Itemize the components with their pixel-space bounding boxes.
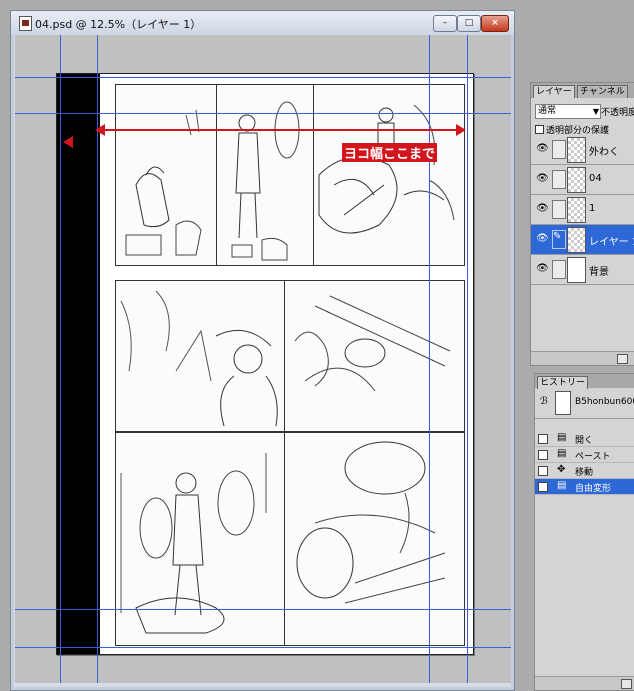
layer-name: 外わく [589,147,619,158]
history-item-selected[interactable]: ▤ 自由変形 [535,479,634,495]
close-button[interactable]: × [481,15,509,32]
new-layer-icon[interactable] [617,354,628,364]
guide-horizontal[interactable] [15,647,511,648]
layer-name: レイヤー 1 [589,237,634,248]
history-panel-tabs: ヒストリー [535,374,634,389]
eye-icon[interactable]: 👁 [536,143,549,154]
sketch-drawing [294,295,451,392]
sketch-panel [115,432,285,646]
layer-row[interactable]: 👁 04 [531,165,634,195]
sketch-panel [216,84,314,266]
tab-layers[interactable]: レイヤー [533,85,575,98]
document-window: 04.psd @ 12.5%（レイヤー 1） – □ × [10,10,515,691]
move-icon: ✥ [557,464,566,475]
layer-thumbnail [567,227,586,253]
layer-thumbnail [567,197,586,223]
open-icon: ▤ [557,432,567,443]
sketch-panel [115,280,285,432]
history-checkbox[interactable] [538,450,548,460]
history-checkbox[interactable] [538,466,548,476]
paste-icon: ▤ [557,448,567,459]
link-slot[interactable] [552,260,566,279]
snapshot-name: B5honbun600→ [575,397,634,407]
history-item-label: ペースト [575,452,611,462]
layer-name: 04 [589,173,602,184]
eye-icon[interactable]: 👁 [536,263,549,274]
sketch-drawing [120,290,278,427]
psd-file-icon [19,16,32,31]
lock-checkbox[interactable] [535,125,544,134]
guide-horizontal[interactable] [15,113,511,114]
layer-thumbnail [567,257,586,283]
layers-panel-footer [531,351,634,365]
layer-row[interactable]: 👁 背景 [531,255,634,285]
history-checkbox[interactable] [538,482,548,492]
sketch-panel [313,84,465,266]
layer-row-selected[interactable]: 👁 ✎ レイヤー 1 [531,225,634,255]
brush-icon: ✎ [552,230,566,249]
sketch-panel [284,432,465,646]
snapshot-thumbnail [555,391,571,415]
sketch-panel [284,280,465,432]
maximize-button[interactable]: □ [457,15,481,32]
document-title: 04.psd @ 12.5%（レイヤー 1） [35,18,202,31]
layers-panel-tabs: レイヤー チャンネル [531,83,634,98]
sketch-drawing [296,441,446,604]
blend-mode-select[interactable]: 通常 ▼ [535,104,601,119]
arrow-right-icon [456,124,466,136]
link-slot[interactable] [552,140,566,159]
guide-vertical[interactable] [60,35,61,683]
opacity-label: 不透明度 [601,108,634,118]
layer-name: 1 [589,203,596,214]
document-canvas[interactable] [15,35,511,683]
width-annotation-label: ヨコ幅ここまで [342,143,438,162]
guide-vertical[interactable] [467,35,468,683]
sketch-drawing [120,453,267,634]
width-annotation-line [100,129,456,131]
layer-name: 背景 [589,267,609,278]
guide-horizontal[interactable] [15,77,511,78]
minimize-button[interactable]: – [433,15,457,32]
layer-thumbnail [567,167,586,193]
history-item-label: 開く [575,436,594,446]
history-panel-footer [535,676,634,690]
sketch-panel [115,84,217,266]
history-item[interactable]: ✥ 移動 [535,463,634,479]
link-slot[interactable] [552,200,566,219]
eye-icon[interactable]: 👁 [536,203,549,214]
chevron-down-icon: ▼ [592,107,599,116]
history-item[interactable]: ▤ 開く [535,431,634,447]
history-item[interactable]: ▤ ペースト [535,447,634,463]
blend-mode-value: 通常 [538,106,557,116]
tab-channels[interactable]: チャンネル [577,85,628,98]
sketch-drawing [231,101,300,261]
transform-icon: ▤ [557,480,567,491]
guide-horizontal[interactable] [15,609,511,610]
history-panel: ヒストリー ℬ B5honbun600→ ▤ 開く ▤ ペースト ✥ 移動 ▤ … [534,373,634,691]
history-item-label: 自由変形 [575,484,612,494]
layer-thumbnail [567,137,586,163]
history-item-label: 移動 [575,468,594,478]
arrow-left-icon [63,136,73,148]
layers-panel: レイヤー チャンネル 通常 ▼ 不透明度 透明部分の保護 👁 外わく 👁 04 … [530,82,634,366]
eye-icon[interactable]: 👁 [536,173,549,184]
layer-row[interactable]: 👁 1 [531,195,634,225]
guide-vertical[interactable] [429,35,430,683]
trash-icon[interactable] [621,679,632,689]
sketch-drawing [125,109,202,256]
sketch-drawing [318,104,455,234]
link-slot[interactable] [552,170,566,189]
black-margin-bar [57,74,100,654]
eye-icon[interactable]: 👁 [536,233,549,244]
layer-row[interactable]: 👁 外わく [531,135,634,165]
arrow-left-icon [95,124,105,136]
history-snapshot[interactable]: ℬ B5honbun600→ [535,388,634,419]
history-checkbox[interactable] [538,434,548,444]
document-titlebar[interactable]: 04.psd @ 12.5%（レイヤー 1） – □ × [11,11,514,35]
brush-source-icon: ℬ [540,396,548,407]
